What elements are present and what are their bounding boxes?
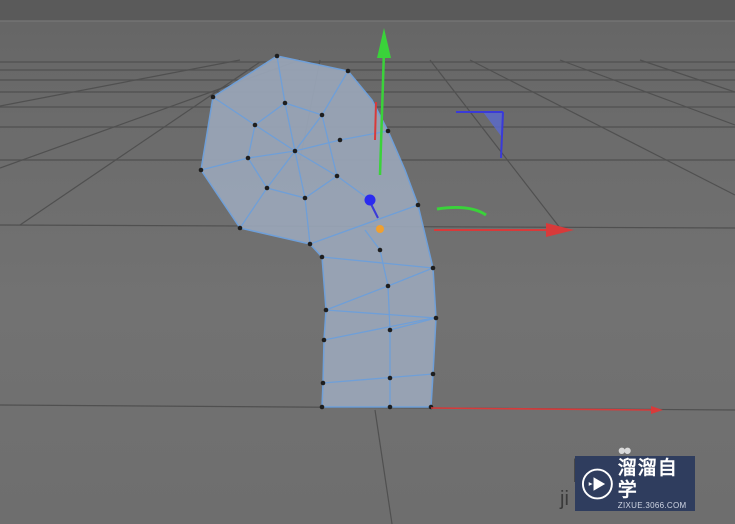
mesh-vertex[interactable] bbox=[282, 100, 288, 106]
mesh-vertex[interactable] bbox=[430, 265, 436, 271]
mesh-vertex[interactable] bbox=[198, 167, 204, 173]
watermark-partial-text-bottom: ji bbox=[560, 488, 569, 510]
gizmo-y-rotation-arc[interactable] bbox=[436, 206, 487, 217]
mesh-vertex[interactable] bbox=[264, 185, 270, 191]
mesh-vertex[interactable] bbox=[385, 283, 391, 289]
viewport-top-strip bbox=[0, 0, 735, 20]
mesh-vertex[interactable] bbox=[387, 375, 393, 381]
mesh-vertex[interactable] bbox=[377, 247, 383, 253]
mesh-vertex[interactable] bbox=[387, 327, 393, 333]
gizmo-x-rotation-handle[interactable] bbox=[374, 101, 377, 141]
mesh-surface[interactable] bbox=[200, 55, 437, 408]
mesh-vertex[interactable] bbox=[245, 155, 251, 161]
world-x-axis-line bbox=[430, 407, 656, 411]
watermark-badge: 溜溜自学 ZIXUE.3066.COM bbox=[575, 456, 695, 511]
mesh-vertex[interactable] bbox=[337, 137, 343, 143]
mesh-vertex[interactable] bbox=[210, 94, 216, 100]
watermark-title: 溜溜自学 bbox=[617, 456, 678, 501]
mesh-vertex[interactable] bbox=[387, 404, 393, 410]
mesh-vertex[interactable] bbox=[433, 315, 439, 321]
watermark-subtitle: ZIXUE.3066.COM bbox=[617, 500, 687, 510]
mesh-vertex[interactable] bbox=[334, 173, 340, 179]
mesh-vertex[interactable] bbox=[415, 202, 421, 208]
mesh-vertex[interactable] bbox=[307, 241, 313, 247]
mesh-vertex[interactable] bbox=[319, 112, 325, 118]
gizmo-y-arrow-icon[interactable] bbox=[377, 28, 391, 58]
pivot-point[interactable] bbox=[376, 225, 384, 233]
mesh-vertex[interactable] bbox=[321, 337, 327, 343]
mesh-vertex[interactable] bbox=[252, 122, 258, 128]
play-logo-icon bbox=[581, 468, 613, 499]
mesh-vertex[interactable] bbox=[319, 404, 325, 410]
mesh-vertex[interactable] bbox=[323, 307, 329, 313]
mesh-vertex[interactable] bbox=[345, 68, 351, 74]
gizmo-x-arrow-icon[interactable] bbox=[546, 223, 574, 237]
mesh-vertex[interactable] bbox=[385, 128, 391, 134]
mesh-vertex[interactable] bbox=[292, 148, 298, 154]
gizmo-xy-plane-handle[interactable] bbox=[456, 111, 504, 159]
world-x-arrow-icon bbox=[651, 406, 663, 414]
3d-viewport[interactable]: E ji •• 溜溜自学 ZIXUE.3066.COM bbox=[0, 0, 735, 524]
mesh-vertex[interactable] bbox=[274, 53, 280, 59]
mesh-vertex[interactable] bbox=[302, 195, 308, 201]
gizmo-z-handle[interactable] bbox=[364, 194, 376, 206]
mesh-vertex[interactable] bbox=[319, 254, 325, 260]
mesh-vertex[interactable] bbox=[430, 371, 436, 377]
mesh-vertex[interactable] bbox=[237, 225, 243, 231]
mesh-vertex[interactable] bbox=[320, 380, 326, 386]
